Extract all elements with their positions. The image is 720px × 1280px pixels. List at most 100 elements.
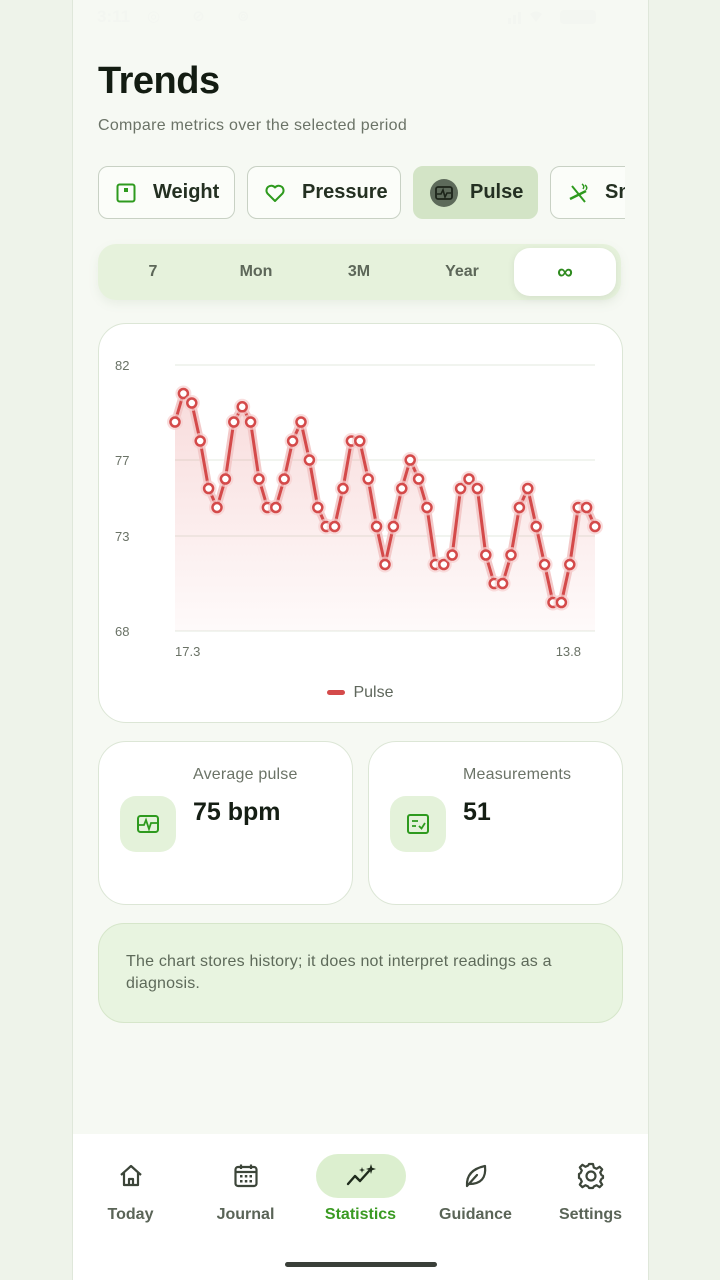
data-point (454, 482, 467, 495)
data-point (303, 454, 316, 466)
data-point (362, 473, 374, 485)
period-month[interactable]: Mon (205, 248, 307, 296)
data-point (438, 558, 450, 571)
app-screen: 3:11 ◎ ⊘ ⊚ Trends Compare metrics over t… (72, 0, 649, 1280)
status-time: 3:11 (97, 7, 131, 26)
y-tick-label: 77 (115, 453, 129, 468)
y-tick-label: 68 (115, 624, 129, 639)
data-point (169, 416, 181, 428)
data-point (211, 501, 223, 514)
stat-value: 51 (463, 798, 491, 826)
data-point (177, 387, 190, 400)
data-point (396, 482, 408, 495)
page-title: Trends (98, 60, 220, 102)
gear-icon (546, 1154, 636, 1198)
data-point (219, 473, 232, 485)
checklist-icon (390, 796, 446, 852)
tab-pressure[interactable]: Pressure (247, 166, 401, 219)
data-point (564, 558, 576, 571)
data-point (471, 482, 484, 495)
tab-weight-label: Weight (153, 181, 220, 203)
legend-label: Pulse (353, 684, 394, 701)
leaf-icon (431, 1154, 521, 1198)
metric-tabs: Weight Pressure Pulse Smoking (98, 166, 625, 220)
nav-label: Today (107, 1206, 154, 1223)
page-subtitle: Compare metrics over the selected period (98, 117, 408, 134)
nav-statistics[interactable]: Statistics (303, 1154, 418, 1224)
pulse-chart-card: 68 73 77 82 17.3 13.8 Pulse (98, 323, 623, 723)
status-bar: 3:11 ◎ ⊘ ⊚ (73, 0, 648, 36)
data-point (513, 501, 526, 514)
data-point (295, 416, 307, 428)
data-point (580, 501, 593, 514)
calendar-icon (201, 1154, 291, 1198)
nav-label: Statistics (324, 1206, 397, 1223)
data-point (370, 520, 383, 533)
data-point (202, 482, 215, 495)
data-point (194, 435, 206, 447)
tab-smoking-label: Smoking (605, 181, 625, 203)
data-point (538, 558, 551, 571)
data-point (379, 558, 391, 571)
legend-swatch (327, 690, 346, 696)
stat-label: Measurements (463, 766, 572, 783)
data-point (530, 520, 542, 533)
period-3m[interactable]: 3M (308, 248, 410, 296)
nav-today[interactable]: Today (73, 1154, 188, 1224)
scale-icon (116, 183, 136, 202)
data-point (505, 549, 517, 561)
period-selector: 7 Mon 3M Year ∞ (98, 244, 621, 300)
chart-legend: Pulse (99, 684, 622, 702)
data-point (404, 454, 416, 466)
ecg-icon (430, 178, 458, 207)
y-tick-label: 73 (115, 529, 129, 544)
data-point (522, 482, 534, 495)
nav-journal[interactable]: Journal (188, 1154, 303, 1224)
data-point (278, 473, 290, 485)
bottom-navigation: Today Journal Statistics Guidance Settin… (73, 1134, 648, 1280)
period-7[interactable]: 7 (102, 248, 204, 296)
tab-pulse[interactable]: Pulse (413, 166, 538, 219)
pulse-chart: 68 73 77 82 17.3 13.8 (115, 358, 603, 659)
home-icon (86, 1154, 176, 1198)
data-point (412, 473, 425, 485)
data-point (354, 435, 366, 447)
data-point (312, 501, 324, 514)
ecg-icon (120, 796, 176, 852)
notification-icons: ◎ ⊘ ⊚ (147, 8, 264, 25)
measurements-card: Measurements 51 (368, 741, 623, 905)
data-point (480, 549, 492, 561)
data-point (186, 397, 198, 409)
tab-smoking[interactable]: Smoking (550, 166, 625, 219)
nav-label: Guidance (439, 1206, 512, 1223)
data-point (463, 473, 475, 485)
nav-label: Settings (558, 1206, 623, 1223)
data-point (328, 520, 341, 533)
nav-guidance[interactable]: Guidance (418, 1154, 533, 1224)
trend-sparkle-icon (315, 1154, 406, 1198)
tab-pulse-label: Pulse (470, 181, 524, 203)
signal-wifi-battery-icon (508, 10, 596, 24)
x-tick-label: 13.8 (556, 644, 581, 659)
y-tick-label: 82 (115, 358, 129, 373)
data-point (286, 435, 299, 447)
home-indicator (285, 1262, 437, 1267)
data-point (253, 473, 265, 485)
data-point (387, 520, 400, 533)
smoking-icon (569, 182, 588, 203)
x-tick-label: 17.3 (175, 644, 200, 659)
nav-settings[interactable]: Settings (533, 1154, 648, 1224)
disclaimer-note: The chart stores history; it does not in… (98, 923, 623, 1023)
tab-weight[interactable]: Weight (98, 166, 235, 219)
tab-pressure-label: Pressure (302, 181, 388, 203)
data-point (270, 501, 282, 514)
data-point (446, 549, 458, 561)
period-all-time[interactable]: ∞ (514, 248, 616, 296)
data-point (337, 482, 349, 495)
average-pulse-card: Average pulse 75 bpm (98, 741, 353, 905)
stat-value: 75 bpm (193, 798, 281, 826)
period-year[interactable]: Year (411, 248, 513, 296)
data-point (555, 596, 568, 609)
heart-icon (265, 184, 285, 202)
data-point (228, 416, 240, 428)
